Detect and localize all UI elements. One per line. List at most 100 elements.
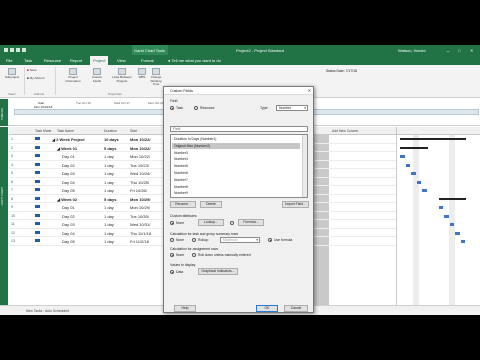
formula-button[interactable]: Formula...: [238, 219, 264, 226]
tab-file[interactable]: File: [6, 58, 12, 63]
auto-schedule-icon[interactable]: [35, 137, 40, 140]
start-cell[interactable]: Thu 11/1/18: [130, 231, 151, 236]
task-name-cell[interactable]: Day 05: [62, 188, 75, 193]
wbs-button[interactable]: WBS: [136, 68, 148, 80]
field-list-item[interactable]: Number3: [172, 150, 300, 157]
task-name-cell[interactable]: Day 01: [62, 154, 75, 159]
duration-cell[interactable]: 1 day: [104, 239, 114, 244]
duration-cell[interactable]: 1 day: [104, 180, 114, 185]
auto-schedule-icon[interactable]: [35, 213, 40, 217]
duration-cell[interactable]: 1 day: [104, 222, 114, 227]
gantt-summary-bar[interactable]: [438, 197, 466, 200]
gantt-task-bar[interactable]: [422, 189, 427, 192]
lookup-button[interactable]: Lookup...: [198, 219, 224, 226]
new-tasks-mode[interactable]: New Tasks : Auto Scheduled: [26, 309, 69, 313]
task-name-cell[interactable]: Day 02: [62, 163, 75, 168]
attributes-none-radio[interactable]: [170, 221, 174, 225]
custom-fields-button[interactable]: Custom Fields: [88, 68, 106, 83]
auto-schedule-icon[interactable]: [35, 162, 40, 166]
assignment-rolldown-radio[interactable]: [192, 253, 196, 257]
col-header-task-name[interactable]: Task Name: [57, 129, 74, 133]
resource-radio[interactable]: [194, 106, 198, 110]
task-name-cell[interactable]: Day 03: [62, 222, 75, 227]
start-cell[interactable]: Fri 10/26/: [130, 188, 147, 193]
start-cell[interactable]: Fri 11/2/18: [130, 239, 149, 244]
auto-schedule-icon[interactable]: [35, 145, 40, 149]
status-date-field[interactable]: Status Date: 7/17/18: [326, 69, 357, 73]
field-list-item[interactable]: Number7: [172, 177, 300, 184]
gantt-task-bar[interactable]: [411, 172, 416, 175]
duration-cell[interactable]: 1 day: [104, 171, 114, 176]
field-list[interactable]: Duration In Days (Number1) Original Max (…: [170, 134, 308, 198]
gantt-task-bar[interactable]: [405, 163, 410, 167]
field-list-item[interactable]: Number4: [172, 156, 300, 163]
field-list-item[interactable]: Original Max (Number2): [172, 142, 300, 150]
gantt-task-bar[interactable]: [438, 206, 443, 209]
field-list-item[interactable]: Duration In Days (Number1): [172, 136, 300, 143]
gantt-summary-bar[interactable]: [400, 138, 466, 140]
graphical-indicators-button[interactable]: Graphical Indicators...: [198, 268, 238, 275]
task-name-cell[interactable]: Day 03: [62, 171, 75, 176]
start-cell[interactable]: Mon 10/22/: [130, 154, 150, 159]
auto-schedule-icon[interactable]: [35, 222, 40, 225]
maximize-icon[interactable]: □: [458, 48, 460, 53]
user-name[interactable]: Watson, Harold: [398, 48, 425, 53]
task-radio[interactable]: [170, 106, 174, 110]
task-name-cell[interactable]: ◢ Week 01: [57, 146, 77, 151]
gantt-task-bar[interactable]: [416, 180, 421, 184]
assignment-none-radio[interactable]: [170, 253, 174, 257]
start-cell[interactable]: Mon 10/22/: [130, 137, 150, 142]
close-icon[interactable]: ✕: [470, 48, 473, 53]
project-information-button[interactable]: Project Information: [62, 68, 84, 83]
attributes-formula-radio[interactable]: [230, 221, 234, 225]
gantt-summary-bar[interactable]: [400, 146, 428, 149]
tab-format[interactable]: Format: [141, 58, 154, 63]
tab-resource[interactable]: Resource: [44, 58, 61, 63]
col-header-duration[interactable]: Duration: [104, 129, 117, 133]
duration-cell[interactable]: 1 day: [104, 231, 114, 236]
links-between-projects-button[interactable]: Links Between Projects: [110, 68, 134, 83]
tab-report[interactable]: Report: [70, 58, 82, 63]
help-button[interactable]: Help: [174, 305, 196, 312]
auto-schedule-icon[interactable]: [35, 205, 40, 208]
gantt-task-bar[interactable]: [400, 155, 405, 158]
start-cell[interactable]: Thu 10/25/: [130, 180, 149, 185]
duration-cell[interactable]: 10 days: [104, 137, 119, 142]
gantt-task-bar[interactable]: [444, 214, 449, 218]
gantt-task-bar[interactable]: [455, 231, 460, 235]
minimize-icon[interactable]: —: [446, 48, 450, 53]
task-name-cell[interactable]: Day 05: [62, 239, 75, 244]
dialog-close-icon[interactable]: ✕: [308, 88, 311, 93]
auto-schedule-icon[interactable]: [35, 179, 40, 183]
task-name-cell[interactable]: Day 04: [62, 231, 75, 236]
start-cell[interactable]: Wed 10/31/: [130, 222, 150, 227]
auto-schedule-icon[interactable]: [35, 188, 40, 191]
my-add-ins-button[interactable]: ■ My Add-ins: [27, 76, 51, 81]
tab-project[interactable]: Project: [90, 56, 109, 65]
task-name-cell[interactable]: ◢ 2 Week Project: [52, 137, 85, 142]
duration-cell[interactable]: 1 day: [104, 163, 114, 168]
start-cell[interactable]: Mon 10/29/: [130, 197, 150, 202]
tab-task[interactable]: Task: [24, 58, 32, 63]
duration-cell[interactable]: 5 days: [104, 197, 116, 202]
task-name-cell[interactable]: Day 01: [62, 205, 75, 210]
field-list-scrollbar[interactable]: [302, 135, 307, 197]
delete-button[interactable]: Delete: [200, 201, 222, 208]
gantt-task-bar[interactable]: [460, 240, 465, 243]
field-list-item[interactable]: Number5: [172, 163, 300, 170]
store-button[interactable]: ■ Store: [27, 68, 49, 73]
duration-cell[interactable]: 1 day: [104, 205, 114, 210]
auto-schedule-icon[interactable]: [35, 171, 40, 174]
col-header-start[interactable]: Start: [130, 129, 137, 133]
start-cell[interactable]: Tue 10/23/: [130, 163, 149, 168]
field-list-item[interactable]: Number8: [172, 184, 300, 191]
tell-me-box[interactable]: ● Tell me what you want to do: [168, 58, 221, 63]
duration-cell[interactable]: 1 day: [104, 154, 114, 159]
start-cell[interactable]: Mon 10/22/: [130, 146, 150, 151]
task-name-cell[interactable]: ◢ Week 02: [57, 197, 77, 202]
auto-schedule-icon[interactable]: [35, 154, 40, 157]
tab-view[interactable]: View: [117, 58, 126, 63]
task-name-cell[interactable]: Day 02: [62, 214, 75, 219]
gantt-task-bar[interactable]: [449, 223, 454, 226]
subproject-button[interactable]: Subproject: [3, 68, 21, 80]
